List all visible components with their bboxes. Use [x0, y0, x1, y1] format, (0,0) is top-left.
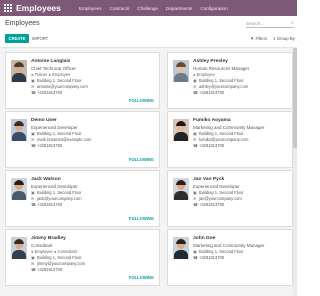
- top-navbar: Employees Employees Contracts Challenge …: [0, 0, 297, 16]
- employee-phone: ☎ +3281813700: [31, 201, 63, 207]
- menu-item-configuration[interactable]: Configuration: [200, 6, 227, 11]
- avatar: [173, 178, 189, 200]
- employee-phone: ☎ +3281813700: [31, 266, 63, 272]
- phone-icon: ☎: [193, 142, 199, 148]
- phone-icon: ☎: [193, 89, 199, 95]
- phone-icon: ☎: [193, 254, 199, 260]
- filters-button[interactable]: ▼ Filters: [250, 36, 267, 41]
- group-by-label: Group By: [276, 36, 295, 41]
- avatar: [11, 119, 27, 141]
- employee-card[interactable]: Fumiko Aoyama Marketing and Community Ma…: [167, 111, 293, 168]
- avatar: [11, 60, 27, 82]
- employee-card[interactable]: John Doe Marketing and Community Manager…: [167, 229, 293, 286]
- import-button[interactable]: IMPORT: [32, 34, 48, 43]
- following-button[interactable]: FOLLOWING: [129, 275, 154, 280]
- main-menu: Employees Contracts Challenge Department…: [79, 6, 228, 11]
- create-button[interactable]: CREATE: [5, 34, 29, 43]
- phone-icon: ☎: [31, 266, 37, 272]
- employee-card[interactable]: Jimmy Bradley Consultant ● Employee ● Co…: [5, 229, 160, 286]
- apps-grid-icon[interactable]: [3, 3, 13, 13]
- search-placeholder: Search...: [246, 20, 265, 26]
- employee-card[interactable]: Demo User Experienced Developer ▣ Buildin…: [5, 111, 160, 168]
- avatar: [11, 178, 27, 200]
- menu-item-contracts[interactable]: Contracts: [110, 6, 130, 11]
- menu-item-challenge[interactable]: Challenge: [137, 6, 158, 11]
- employee-card[interactable]: Jack Watson Experienced Developer ▣ Build…: [5, 170, 160, 227]
- following-button[interactable]: FOLLOWING: [129, 157, 154, 162]
- employee-phone: ☎ +3281813700: [31, 142, 63, 148]
- phone-icon: ☎: [31, 201, 37, 207]
- phone-icon: ☎: [193, 201, 199, 207]
- employee-card[interactable]: Antoine Langlais Chief Technical Officer…: [5, 52, 160, 109]
- employee-card[interactable]: Ashley Presley Human Resources Manager ●…: [167, 52, 293, 109]
- employee-phone: ☎ +3281813700: [193, 254, 225, 260]
- breadcrumb: Employees: [5, 20, 40, 27]
- group-by-button[interactable]: ≡ Group By: [273, 36, 295, 41]
- employee-card[interactable]: Jan Van Pyck Experienced Developer ▣ Buil…: [167, 170, 293, 227]
- filters-label: Filters: [255, 36, 268, 41]
- avatar: [173, 119, 189, 141]
- menu-item-employees[interactable]: Employees: [79, 6, 102, 11]
- following-button[interactable]: FOLLOWING: [129, 98, 154, 103]
- employee-phone: ☎ +3281813700: [193, 201, 225, 207]
- scrollbar-thumb[interactable]: [293, 48, 297, 148]
- avatar: [173, 60, 189, 82]
- phone-icon: ☎: [31, 89, 37, 95]
- avatar: [173, 237, 189, 259]
- app-title: Employees: [16, 3, 61, 13]
- search-icon[interactable]: ⌕: [291, 20, 294, 26]
- avatar: [11, 237, 27, 259]
- kanban-view: Antoine Langlais Chief Technical Officer…: [0, 48, 297, 296]
- phone-icon: ☎: [31, 142, 37, 148]
- employee-phone: ☎ +3281813700: [31, 89, 63, 95]
- employee-phone: ☎ +3281813700: [193, 89, 225, 95]
- following-button[interactable]: FOLLOWING: [129, 216, 154, 221]
- search-input[interactable]: Search... ⌕: [246, 19, 294, 28]
- menu-item-departments[interactable]: Departments: [166, 6, 192, 11]
- employee-phone: ☎ +3281813700: [193, 142, 225, 148]
- scrollbar[interactable]: [293, 48, 297, 296]
